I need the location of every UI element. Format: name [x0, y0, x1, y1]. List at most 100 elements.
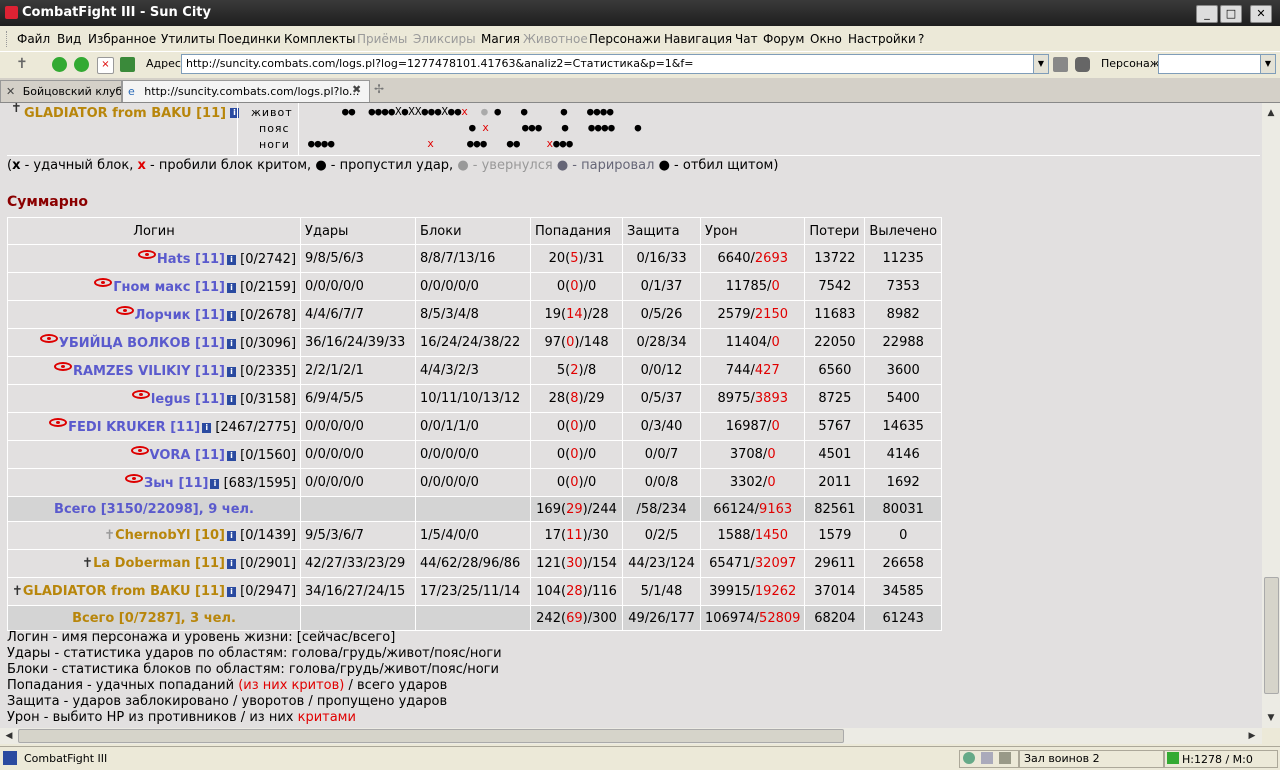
- info-icon[interactable]: i: [227, 367, 236, 377]
- blocks-cell: 16/24/24/38/22: [415, 328, 532, 357]
- player-name[interactable]: RAMZES VILIKIY [11]: [73, 364, 225, 379]
- inventory-icon[interactable]: [999, 752, 1011, 764]
- battle-player[interactable]: GLADIATOR from BAKU [11]: [24, 106, 226, 121]
- tab-close-icon[interactable]: ✕: [6, 85, 15, 98]
- menu-sets[interactable]: Комплекты: [284, 32, 356, 46]
- persons-icon[interactable]: [1075, 57, 1090, 72]
- login-cell: Hats [11] i [0/2742]: [6, 244, 302, 273]
- tab-log[interactable]: e http://suncity.combats.com/logs.pl?lo.…: [122, 80, 370, 102]
- eye-icon: [49, 418, 68, 427]
- healed-cell: 7353: [864, 272, 943, 301]
- address-input[interactable]: http://suncity.combats.com/logs.pl?log=1…: [181, 54, 1039, 74]
- col-landed: Попадания: [530, 217, 624, 245]
- info-icon[interactable]: i: [227, 283, 236, 293]
- scroll-up-icon[interactable]: ▲: [1263, 105, 1279, 121]
- clear-icon[interactable]: [1053, 57, 1068, 72]
- info-icon[interactable]: i: [202, 423, 212, 433]
- blocks-cell: 17/23/25/11/14: [415, 577, 532, 606]
- defense-cell: 44/23/124: [622, 549, 702, 578]
- menu-navigation[interactable]: Навигация: [664, 32, 732, 46]
- vertical-scrollbar[interactable]: ▲ ▼: [1262, 103, 1280, 728]
- back-icon[interactable]: [52, 57, 67, 72]
- blocks-cell: 4/4/3/2/3: [415, 356, 532, 385]
- login-cell: ✝La Doberman [11] i [0/2901]: [6, 549, 302, 578]
- player-hp: [0/2947]: [240, 584, 297, 599]
- table-row: ✝ChernobYl [10] i [0/1439] 9/5/3/6/7 1/5/4/…: [6, 521, 943, 550]
- log-icon[interactable]: [981, 752, 993, 764]
- defense-cell: 0/0/12: [622, 356, 702, 385]
- player-name[interactable]: Гном макс [11]: [113, 280, 225, 295]
- refresh-hp-icon[interactable]: [1167, 752, 1179, 764]
- total-defense: /58/234: [622, 496, 702, 522]
- eye-icon: [131, 390, 150, 399]
- player-name[interactable]: FEDI KRUKER [11]: [68, 420, 200, 435]
- player-name[interactable]: Зыч [11]: [144, 476, 208, 491]
- info-icon[interactable]: i: [227, 311, 236, 321]
- player-name[interactable]: УБИЙЦА ВОЛКОВ [11]: [59, 336, 225, 351]
- menu-chat[interactable]: Чат: [735, 32, 758, 46]
- pin-icon[interactable]: ✝: [16, 57, 31, 72]
- maximize-button[interactable]: □: [1220, 5, 1242, 23]
- info-icon[interactable]: i: [227, 395, 236, 405]
- info-icon[interactable]: i: [227, 451, 236, 461]
- player-name[interactable]: Hats [11]: [157, 252, 225, 267]
- menu-utilities[interactable]: Утилиты: [161, 32, 215, 46]
- vertical-scroll-thumb[interactable]: [1264, 577, 1279, 694]
- menu-help[interactable]: ?: [918, 32, 924, 46]
- horizontal-scroll-thumb[interactable]: [18, 729, 844, 743]
- scroll-right-icon[interactable]: ▶: [1244, 728, 1260, 744]
- address-dropdown-icon[interactable]: ▼: [1033, 54, 1049, 74]
- new-tab-icon[interactable]: ✢: [374, 82, 384, 96]
- menu-characters[interactable]: Персонажи: [589, 32, 661, 46]
- losses-cell: 37014: [804, 577, 866, 606]
- horizontal-scrollbar[interactable]: ◀ ▶: [0, 728, 1262, 744]
- close-button[interactable]: ✕: [1250, 5, 1272, 23]
- info-icon[interactable]: i: [227, 559, 236, 569]
- menu-battles[interactable]: Поединки: [218, 32, 281, 46]
- col-login: Логин: [6, 217, 302, 245]
- player-name[interactable]: legus [11]: [151, 392, 225, 407]
- persona-label: Персонаж:: [1101, 57, 1164, 70]
- menu-magic[interactable]: Магия: [481, 32, 520, 46]
- losses-cell: 4501: [804, 440, 866, 469]
- damage-cell: 744/427: [700, 356, 806, 385]
- minimize-button[interactable]: _: [1196, 5, 1218, 23]
- player-hp: [0/2678]: [240, 308, 297, 323]
- stop-icon[interactable]: ×: [97, 57, 114, 74]
- hits-cell: 34/16/27/24/15: [300, 577, 417, 606]
- menu-favorites[interactable]: Избранное: [88, 32, 156, 46]
- player-name[interactable]: GLADIATOR from BAKU [11]: [23, 584, 225, 599]
- scroll-left-icon[interactable]: ◀: [1, 728, 17, 744]
- info-icon[interactable]: i: [227, 255, 236, 265]
- menu-animal: Животное: [523, 32, 588, 46]
- menu-view[interactable]: Вид: [57, 32, 81, 46]
- info-icon[interactable]: i: [227, 531, 236, 541]
- landed-cell: 17(11)/30: [530, 521, 624, 550]
- clock-icon[interactable]: [963, 752, 975, 764]
- info-icon[interactable]: i: [227, 339, 236, 349]
- table-row: Зыч [11] i [683/1595] 0/0/0/0/0 0/0/0/0/0 0(…: [6, 468, 943, 497]
- player-name[interactable]: VORA [11]: [150, 448, 225, 463]
- damage-cell: 1588/1450: [700, 521, 806, 550]
- status-icons[interactable]: [959, 750, 1019, 768]
- player-hp: [0/2901]: [240, 556, 297, 571]
- tab-club[interactable]: ✕ Бойцовский клуб: [0, 80, 122, 102]
- menu-file[interactable]: Файл: [17, 32, 50, 46]
- table-row: legus [11] i [0/3158] 6/9/4/5/5 10/11/10/13…: [6, 384, 943, 413]
- player-name[interactable]: La Doberman [11]: [93, 556, 225, 571]
- forward-icon[interactable]: [74, 57, 89, 72]
- menu-settings[interactable]: Настройки: [848, 32, 916, 46]
- player-name[interactable]: ChernobYl [10]: [115, 528, 225, 543]
- info-icon[interactable]: i: [210, 479, 220, 489]
- player-name[interactable]: Лорчик [11]: [135, 308, 225, 323]
- info-icon[interactable]: i: [227, 587, 236, 597]
- menu-forum[interactable]: Форум: [763, 32, 804, 46]
- menu-window[interactable]: Окно: [810, 32, 842, 46]
- hits-cell: 4/4/6/7/7: [300, 300, 417, 329]
- refresh-icon[interactable]: [120, 57, 135, 72]
- persona-dropdown-icon[interactable]: ▼: [1260, 54, 1276, 74]
- persona-select[interactable]: [1158, 54, 1264, 74]
- scroll-down-icon[interactable]: ▼: [1263, 710, 1279, 726]
- tab-close-icon[interactable]: ✖: [352, 83, 361, 96]
- eye-icon: [94, 278, 113, 287]
